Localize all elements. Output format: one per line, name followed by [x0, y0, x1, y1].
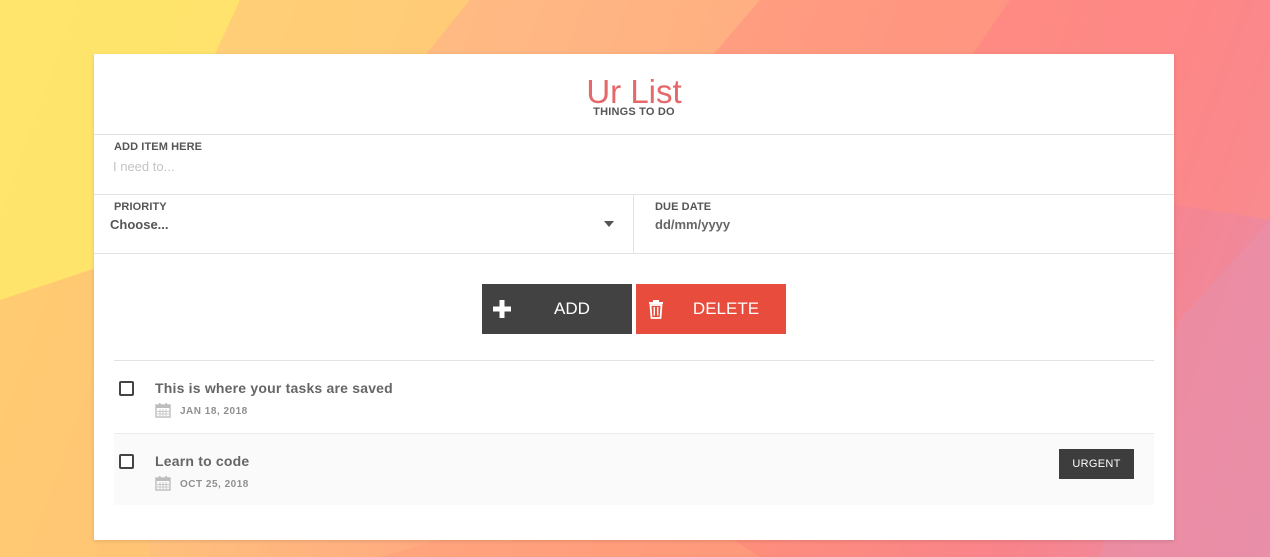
add-item-input[interactable]	[113, 157, 1153, 175]
due-date-input[interactable]: dd/mm/yyyy	[655, 217, 730, 232]
due-date-field[interactable]: DUE DATE dd/mm/yyyy	[634, 195, 1174, 253]
task-date: OCT 25, 2018	[180, 479, 249, 490]
page-subtitle: THINGS TO DO	[593, 106, 675, 118]
page-title: Ur List	[586, 73, 682, 110]
priority-label: PRIORITY	[114, 201, 167, 213]
caret-down-icon[interactable]	[604, 221, 614, 227]
delete-button[interactable]: DELETE	[636, 284, 786, 334]
priority-select[interactable]: PRIORITY Choose...	[94, 195, 634, 253]
task-name: Learn to code	[155, 453, 250, 469]
options-row: PRIORITY Choose... DUE DATE dd/mm/yyyy	[94, 195, 1174, 254]
header: Ur List THINGS TO DO	[94, 54, 1174, 135]
add-item-label: ADD ITEM HERE	[114, 141, 203, 153]
add-item-field: ADD ITEM HERE	[94, 135, 1174, 195]
task-date: JAN 18, 2018	[180, 406, 248, 417]
add-button-label: ADD	[554, 299, 590, 318]
task-name: This is where your tasks are saved	[155, 380, 393, 396]
todo-card: Ur List THINGS TO DO ADD ITEM HERE PRIOR…	[94, 54, 1174, 540]
task-list: This is where your tasks are saved JAN 1…	[114, 360, 1154, 505]
add-button[interactable]: ADD	[482, 284, 632, 334]
task-item: Learn to code OCT 25, 2018 URGENT	[114, 433, 1154, 505]
urgent-badge: URGENT	[1059, 449, 1134, 479]
plus-icon	[493, 300, 511, 318]
task-item: This is where your tasks are saved JAN 1…	[114, 361, 1154, 433]
task-checkbox[interactable]	[119, 381, 134, 396]
delete-button-label: DELETE	[692, 299, 760, 318]
priority-value[interactable]: Choose...	[110, 217, 169, 232]
trash-icon	[649, 300, 663, 319]
task-checkbox[interactable]	[119, 454, 134, 469]
calendar-icon	[155, 403, 171, 418]
due-date-label: DUE DATE	[655, 201, 712, 213]
calendar-icon	[155, 476, 171, 491]
